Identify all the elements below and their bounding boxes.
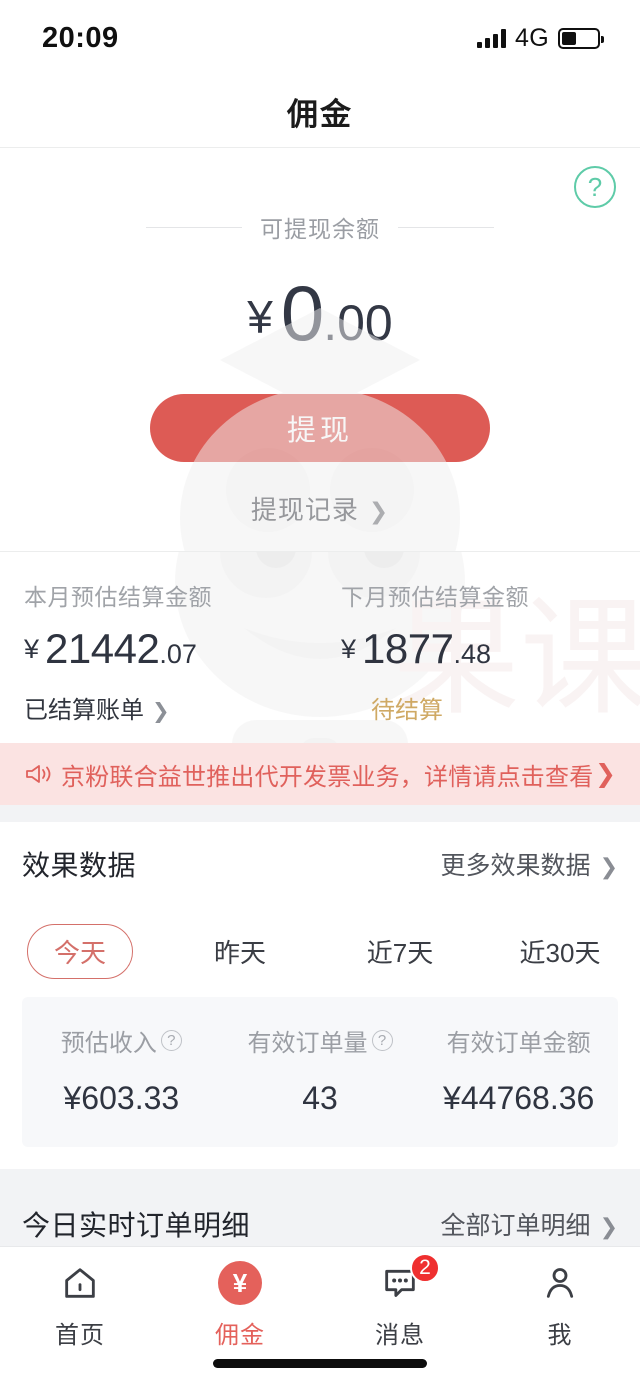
stat-label-text: 有效订单金额 (446, 1030, 591, 1057)
announcement-text: 京粉联合益世推出代开发票业务，详情请点击查看 (61, 763, 594, 791)
chevron-right-icon: ❯ (595, 760, 616, 788)
stat-valid-order-count: 有效订单量 ? 43 (221, 1023, 420, 1117)
status-indicators: 4G (477, 23, 604, 53)
stats-row: 预估收入 ? ¥603.33 有效订单量 ? 43 有效订单金额 ¥44768.… (22, 997, 618, 1147)
settlement-section: 果课 本月预估结算金额 ¥21442.07 已结算账单 ❯ 下月预估结算金额 ¥1… (0, 551, 640, 743)
all-orders-link[interactable]: 全部订单明细 ❯ (441, 1206, 618, 1242)
stat-value: ¥44768.36 (443, 1080, 595, 1116)
chevron-right-icon: ❯ (599, 1214, 618, 1239)
status-time: 20:09 (42, 21, 119, 54)
bottom-tab-bar: 首页 ¥ 佣金 2 消息 我 (0, 1246, 640, 1386)
home-icon (60, 1261, 100, 1305)
balance-label-row: 可提现余额 (0, 210, 640, 244)
page-title: 佣金 (287, 97, 353, 132)
app-screen: 20:09 4G 佣金 ? 可提现余额 ¥ 0.00 提现 提现记录 ❯ 果课 … (0, 0, 640, 1386)
tab-profile[interactable]: 我 (480, 1261, 640, 1350)
date-range-tabs: 今天 昨天 近7天 近30天 (0, 906, 640, 997)
settlement-status-badge: 待结算 (371, 697, 443, 724)
stat-estimated-income: 预估收入 ? ¥603.33 (22, 1023, 221, 1117)
withdraw-button[interactable]: 提现 (150, 394, 490, 462)
stat-value: 43 (302, 1080, 338, 1116)
section-gap-2 (0, 1169, 640, 1186)
balance-amount: ¥0.00 (0, 274, 640, 352)
orders-title: 今日实时订单明细 (22, 1210, 251, 1241)
settlement-current-label: 本月预估结算金额 (24, 584, 212, 610)
chat-bubble-icon: 2 (380, 1253, 440, 1305)
amount-decimal: .07 (159, 639, 197, 669)
more-effect-data-link[interactable]: 更多效果数据 ❯ (441, 846, 618, 882)
network-type-label: 4G (515, 23, 549, 52)
chevron-right-icon: ❯ (368, 498, 390, 524)
currency-symbol: ¥ (341, 634, 357, 664)
tab-profile-label: 我 (547, 1322, 573, 1349)
stat-label: 有效订单量 ? (248, 1023, 393, 1058)
settled-bills-link[interactable]: 已结算账单 ❯ (24, 690, 323, 725)
tab-yesterday[interactable]: 昨天 (160, 933, 320, 970)
currency-symbol: ¥ (24, 634, 40, 664)
battery-icon (558, 27, 604, 49)
question-circle-icon[interactable]: ? (160, 1030, 182, 1051)
stats-card: 预估收入 ? ¥603.33 有效订单量 ? 43 有效订单金额 ¥44768.… (0, 997, 640, 1169)
settlement-next-amount: ¥1877.48 (341, 628, 640, 670)
more-effect-data-label: 更多效果数据 (440, 852, 591, 880)
effect-data-header: 效果数据 更多效果数据 ❯ (0, 822, 640, 906)
withdrawal-records-link[interactable]: 提现记录 ❯ (0, 490, 640, 527)
divider-left (146, 226, 242, 228)
announcement-banner[interactable]: 京粉联合益世推出代开发票业务，详情请点击查看 ❯ (0, 743, 640, 805)
chevron-right-icon: ❯ (152, 700, 170, 723)
section-gap (0, 805, 640, 822)
all-orders-label: 全部订单明细 (440, 1212, 591, 1240)
stat-label: 有效订单金额 (447, 1023, 591, 1058)
yen-coin-icon: ¥ (218, 1261, 262, 1305)
tab-commission[interactable]: ¥ 佣金 (160, 1261, 320, 1350)
tab-last-30-days[interactable]: 近30天 (480, 933, 640, 970)
settled-bills-label: 已结算账单 (24, 697, 144, 724)
amount-integer: 21442 (45, 625, 160, 672)
tab-today[interactable]: 今天 (0, 924, 160, 979)
status-bar: 20:09 4G (0, 0, 640, 76)
home-indicator (213, 1359, 427, 1368)
stat-label-text: 预估收入 (60, 1030, 157, 1057)
effect-data-title: 效果数据 (22, 850, 137, 881)
divider-right (398, 226, 494, 228)
balance-decimal: .00 (323, 295, 393, 351)
stat-value: ¥603.33 (63, 1080, 180, 1116)
stat-label-text: 有效订单量 (247, 1030, 368, 1057)
balance-card: ? 可提现余额 ¥0.00 提现 提现记录 ❯ (0, 148, 640, 551)
tab-home-label: 首页 (55, 1322, 105, 1349)
message-badge: 2 (410, 1253, 440, 1283)
settlement-current-amount: ¥21442.07 (24, 628, 323, 670)
signal-bars-icon (477, 28, 507, 48)
person-icon (540, 1261, 580, 1305)
balance-currency: ¥ (247, 291, 273, 343)
amount-integer: 1877 (362, 625, 454, 672)
tab-last-7-days[interactable]: 近7天 (320, 933, 480, 970)
question-circle-icon[interactable]: ? (371, 1030, 393, 1051)
tab-commission-label: 佣金 (215, 1322, 265, 1349)
tab-today-label: 今天 (26, 924, 133, 979)
navigation-bar: 佣金 (0, 76, 640, 148)
tab-messages-label: 消息 (375, 1322, 425, 1349)
balance-integer: 0 (280, 269, 324, 357)
tab-messages[interactable]: 2 消息 (320, 1253, 480, 1350)
amount-decimal: .48 (453, 639, 492, 669)
stat-valid-order-amount: 有效订单金额 ¥44768.36 (419, 1023, 618, 1117)
withdrawal-records-label: 提现记录 (250, 495, 359, 525)
megaphone-icon (24, 762, 52, 786)
tab-home[interactable]: 首页 (0, 1261, 160, 1350)
question-circle-icon[interactable]: ? (574, 166, 616, 208)
settlement-current-month: 本月预估结算金额 ¥21442.07 已结算账单 ❯ (0, 578, 323, 725)
settlement-next-label: 下月预估结算金额 (341, 584, 529, 610)
stat-label: 预估收入 ? (61, 1023, 182, 1058)
settlement-next-month: 下月预估结算金额 ¥1877.48 待结算 (323, 578, 640, 725)
chevron-right-icon: ❯ (599, 854, 618, 879)
balance-label: 可提现余额 (260, 216, 380, 242)
